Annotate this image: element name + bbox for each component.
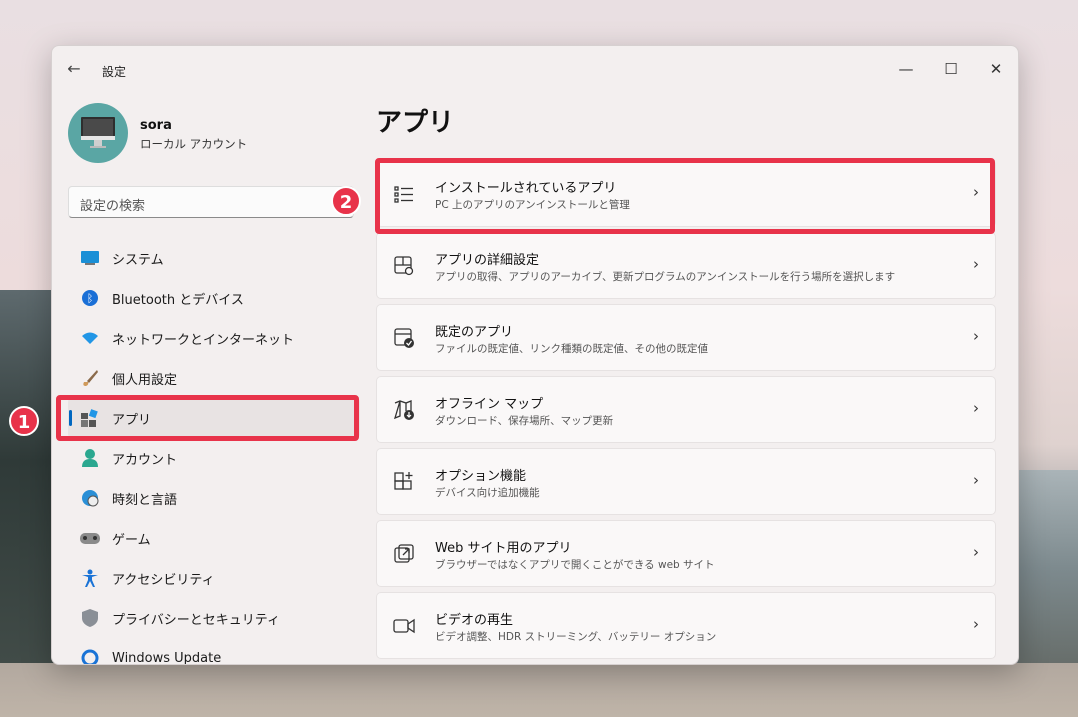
sidebar-item-label: Bluetooth とデバイス	[112, 292, 244, 308]
card-offline-maps[interactable]: オフライン マップ ダウンロード、保存場所、マップ更新 ›	[376, 376, 996, 443]
sidebar-item-system[interactable]: システム	[68, 238, 360, 278]
default-apps-icon	[394, 328, 414, 348]
back-button[interactable]: ←	[64, 60, 84, 78]
video-icon	[393, 618, 415, 634]
sidebar-item-label: ネットワークとインターネット	[112, 332, 295, 348]
sidebar-item-label: システム	[112, 252, 164, 268]
open-in-app-icon	[394, 544, 414, 563]
chevron-right-icon: ›	[973, 543, 979, 561]
card-title: ビデオの再生	[435, 613, 514, 628]
brush-icon	[80, 368, 100, 388]
sidebar-item-label: 個人用設定	[112, 372, 178, 388]
step-badge-1: 1	[9, 406, 39, 436]
close-button[interactable]: ✕	[973, 54, 1018, 84]
title-bar: ← 設定 — ☐ ✕	[52, 46, 1018, 90]
account-icon	[80, 448, 100, 468]
sidebar-item-label: Windows Update	[112, 650, 222, 665]
system-icon	[80, 248, 100, 268]
card-video-playback[interactable]: ビデオの再生 ビデオ調整、HDR ストリーミング、バッテリー オプション ›	[376, 592, 996, 659]
sidebar-item-label: ゲーム	[112, 532, 151, 548]
card-title: Web サイト用のアプリ	[435, 541, 572, 556]
sidebar-item-personalization[interactable]: 個人用設定	[68, 358, 360, 398]
sidebar-item-privacy[interactable]: プライバシーとセキュリティ	[68, 598, 360, 638]
sidebar-item-network[interactable]: ネットワークとインターネット	[68, 318, 360, 358]
card-description: アプリの取得、アプリのアーカイブ、更新プログラムのアンインストールを行う場所を選…	[435, 271, 896, 283]
sidebar-item-accounts[interactable]: アカウント	[68, 438, 360, 478]
card-title: オプション機能	[435, 469, 527, 484]
card-description: ビデオ調整、HDR ストリーミング、バッテリー オプション	[435, 631, 717, 643]
highlight-installed-apps	[375, 158, 995, 234]
bluetooth-icon: ᛒ	[80, 288, 100, 308]
advanced-settings-icon	[394, 256, 414, 276]
card-title: アプリの詳細設定	[435, 253, 540, 268]
step-badge-2: 2	[331, 186, 361, 216]
monitor-icon	[81, 117, 115, 148]
sidebar-item-label: プライバシーとセキュリティ	[112, 612, 280, 628]
close-icon: ✕	[989, 60, 1003, 78]
page-title: アプリ	[376, 108, 455, 138]
sidebar-item-label: アカウント	[112, 452, 178, 468]
card-description: ファイルの既定値、リンク種類の既定値、その他の既定値	[435, 343, 708, 355]
maximize-icon: ☐	[944, 60, 958, 78]
card-title: 既定のアプリ	[435, 325, 514, 340]
minimize-icon: —	[898, 60, 914, 78]
sidebar-item-time-language[interactable]: 時刻と言語	[68, 478, 360, 518]
avatar[interactable]	[68, 103, 128, 163]
card-advanced-app-settings[interactable]: アプリの詳細設定 アプリの取得、アプリのアーカイブ、更新プログラムのアンインスト…	[376, 232, 996, 299]
card-description: ブラウザーではなくアプリで開くことができる web サイト	[435, 559, 715, 571]
search-placeholder: 設定の検索	[80, 199, 146, 214]
chevron-right-icon: ›	[973, 471, 979, 489]
update-icon	[80, 648, 100, 664]
user-name: sora	[140, 118, 172, 133]
back-arrow-icon: ←	[67, 59, 81, 78]
chevron-right-icon: ›	[973, 255, 979, 273]
gamepad-icon	[80, 528, 100, 548]
card-apps-for-websites[interactable]: Web サイト用のアプリ ブラウザーではなくアプリで開くことができる web サ…	[376, 520, 996, 587]
sidebar-item-label: アクセシビリティ	[112, 572, 215, 588]
sidebar-item-gaming[interactable]: ゲーム	[68, 518, 360, 558]
card-description: デバイス向け追加機能	[435, 487, 540, 499]
accessibility-icon	[80, 568, 100, 588]
chevron-right-icon: ›	[973, 327, 979, 345]
sidebar-item-label: 時刻と言語	[112, 492, 178, 508]
card-title: オフライン マップ	[435, 397, 544, 412]
card-optional-features[interactable]: オプション機能 デバイス向け追加機能 ›	[376, 448, 996, 515]
settings-window: ← 設定 — ☐ ✕ sora ローカル アカウント 設定の検索 ⚲ システム	[51, 45, 1019, 665]
svg-text:ᛒ: ᛒ	[87, 292, 94, 305]
card-default-apps[interactable]: 既定のアプリ ファイルの既定値、リンク種類の既定値、その他の既定値 ›	[376, 304, 996, 371]
sidebar-item-windows-update[interactable]: Windows Update	[68, 638, 360, 665]
highlight-apps-nav	[56, 395, 359, 441]
network-icon	[80, 328, 100, 348]
chevron-right-icon: ›	[973, 615, 979, 633]
account-type: ローカル アカウント	[140, 137, 248, 151]
window-title: 設定	[102, 65, 127, 79]
sidebar-item-accessibility[interactable]: アクセシビリティ	[68, 558, 360, 598]
shield-icon	[80, 608, 100, 628]
optional-features-icon	[394, 472, 413, 490]
time-language-icon	[80, 488, 100, 508]
card-description: ダウンロード、保存場所、マップ更新	[435, 415, 614, 427]
wallpaper-floor	[0, 663, 1078, 717]
sidebar-nav: システム ᛒ Bluetooth とデバイス ネットワークとインターネット 個人…	[68, 238, 360, 665]
chevron-right-icon: ›	[973, 399, 979, 417]
sidebar-item-bluetooth[interactable]: ᛒ Bluetooth とデバイス	[68, 278, 360, 318]
map-icon	[393, 400, 414, 420]
maximize-button[interactable]: ☐	[928, 54, 974, 84]
search-input[interactable]: 設定の検索 ⚲	[68, 186, 354, 218]
minimize-button[interactable]: —	[883, 54, 929, 84]
settings-cards: インストールされているアプリ PC 上のアプリのアンインストールと管理 › アプ…	[376, 160, 996, 664]
